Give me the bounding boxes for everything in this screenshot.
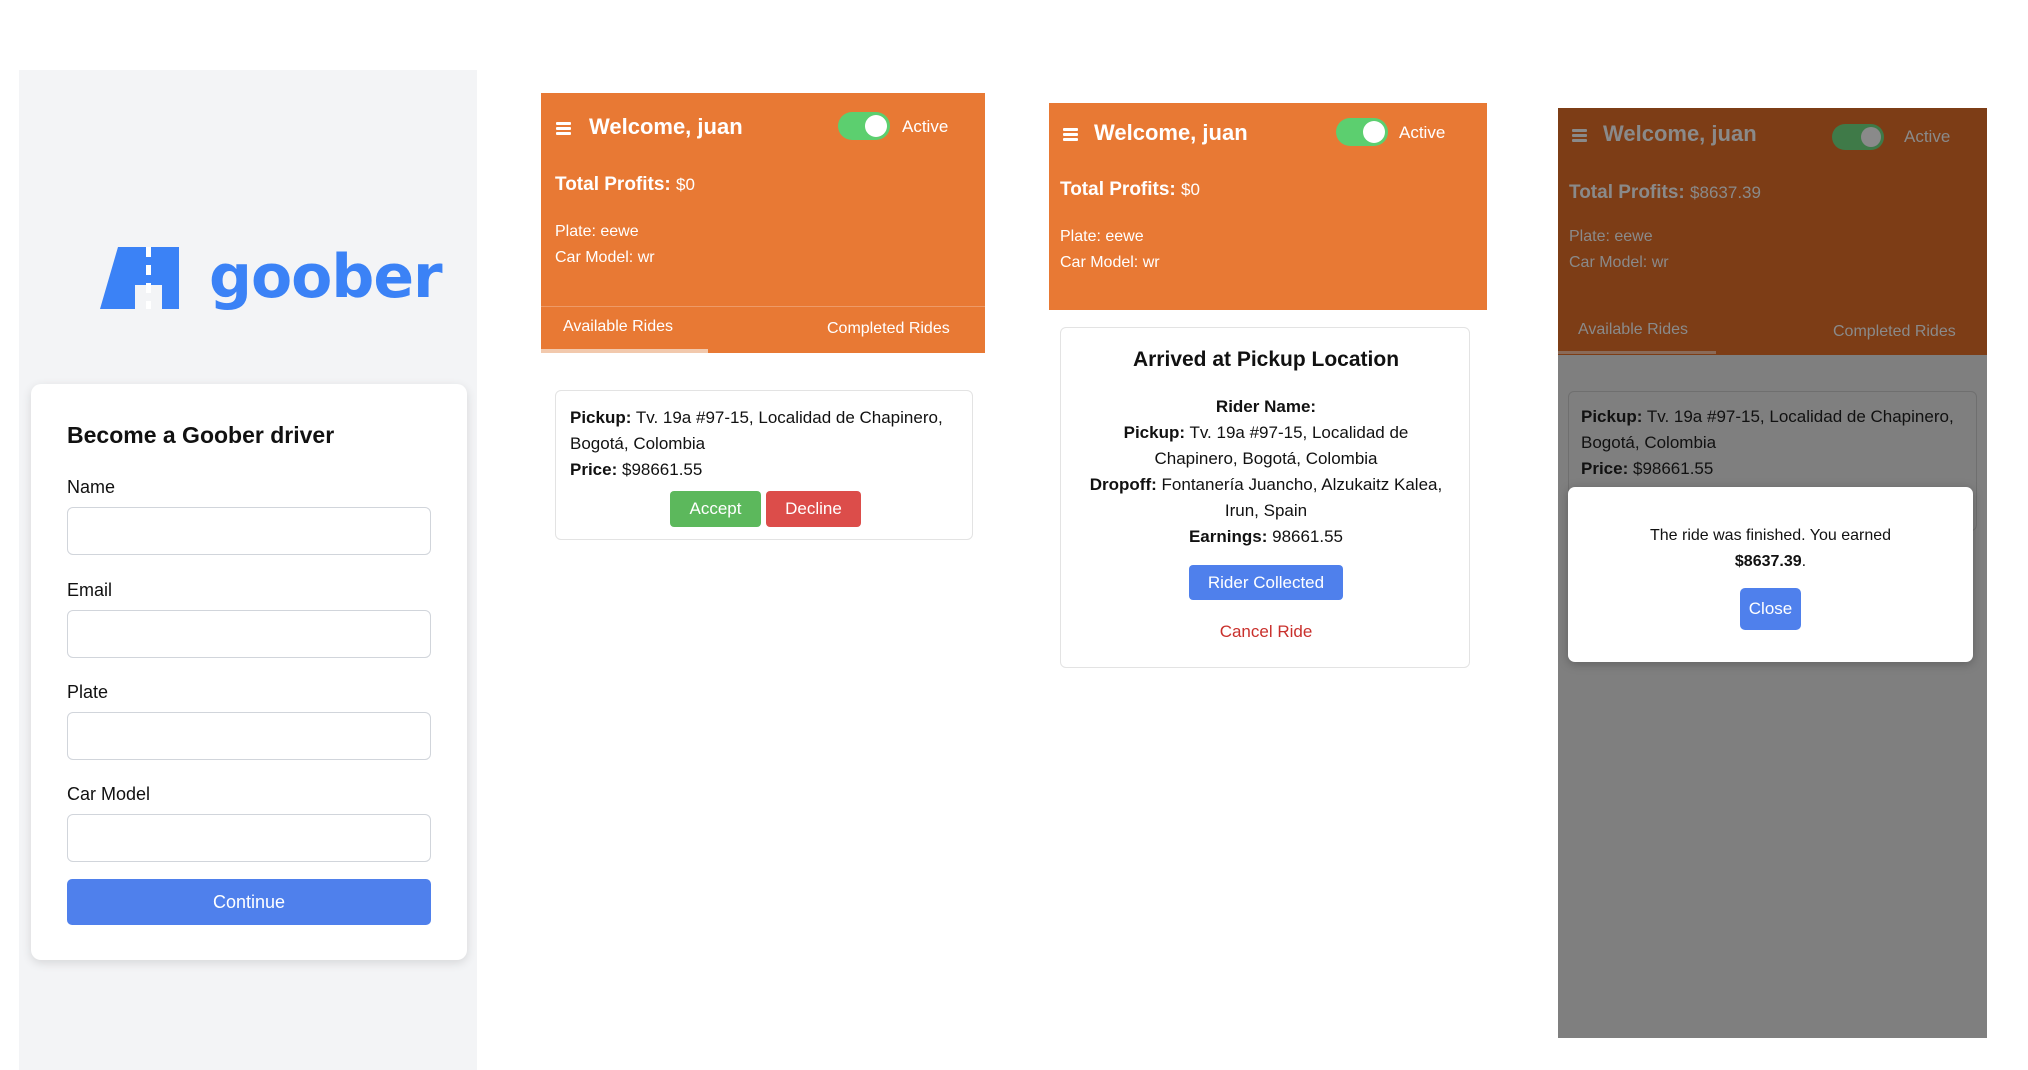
total-profits: Total Profits: $0 <box>555 174 695 196</box>
driver-registration-screen: goober Become a Goober driver Name Email… <box>19 70 477 1070</box>
rider-name: Rider Name: <box>1061 394 1471 420</box>
total-profits: Total Profits: $8637.39 <box>1569 182 1761 204</box>
welcome-title: Welcome, juan <box>1094 120 1248 145</box>
decline-button[interactable]: Decline <box>766 491 861 527</box>
arrived-at-pickup-card: Arrived at Pickup Location Rider Name: P… <box>1060 327 1470 668</box>
car-model-label: Car Model <box>67 784 151 804</box>
card-title: Arrived at Pickup Location <box>1132 348 1400 371</box>
car-model-info: Car Model: wr <box>555 249 655 266</box>
tab-available-rides: Available Rides <box>1578 321 1688 338</box>
pickup-label: Pickup: <box>1581 407 1643 426</box>
dropoff-label: Dropoff: <box>1089 475 1157 494</box>
active-tab-indicator <box>1558 351 1716 354</box>
dropoff-address: Fontanería Juancho, Alzukaitz Kalea, Iru… <box>1161 475 1443 520</box>
active-tab-indicator <box>541 349 708 353</box>
car-model-info: Car Model: wr <box>1569 254 1669 271</box>
accept-button[interactable]: Accept <box>670 491 761 527</box>
logo-wordmark: goober <box>209 242 443 312</box>
price-value: $98661.55 <box>621 460 703 479</box>
registration-form-card: Become a Goober driver Name Email Plate … <box>31 384 467 960</box>
close-button[interactable]: Close <box>1740 588 1801 630</box>
ride-request-card: Pickup: Tv. 19a #97-15, Localidad de Cha… <box>555 390 973 540</box>
email-label: Email <box>67 580 113 600</box>
rider-name-label: Rider Name: <box>1215 397 1317 416</box>
hamburger-menu-icon[interactable] <box>1063 128 1078 141</box>
earnings-label: Earnings: <box>1188 527 1268 546</box>
modal-amount: $8637.39 <box>1734 553 1802 570</box>
total-profits-value: $0 <box>676 175 695 194</box>
car-model-info: Car Model: wr <box>1060 254 1160 271</box>
active-status-label: Active <box>902 117 949 136</box>
plate-info: Plate: eewe <box>1060 228 1144 245</box>
modal-message: The ride was finished. You earned $8637.… <box>1568 523 1973 575</box>
continue-button[interactable]: Continue <box>67 879 431 925</box>
dimmed-dashboard-header: Welcome, juan Active Total Profits: $863… <box>1558 108 1987 355</box>
form-title: Become a Goober driver <box>67 422 335 448</box>
ride-finished-modal: The ride was finished. You earned $8637.… <box>1568 487 1973 662</box>
pickup-text: Pickup: Tv. 19a #97-15, Localidad de Cha… <box>1581 404 1971 456</box>
email-input[interactable] <box>67 610 431 658</box>
active-status-label: Active <box>1904 127 1951 146</box>
tab-completed-rides[interactable]: Completed Rides <box>827 320 950 338</box>
dropoff-text: Dropoff: Fontanería Juancho, Alzukaitz K… <box>1081 472 1451 524</box>
pickup-text: Pickup: Tv. 19a #97-15, Localidad de Cha… <box>570 405 962 457</box>
active-toggle[interactable] <box>1336 118 1388 146</box>
ride-tabs: Available Rides Completed Rides <box>541 306 985 353</box>
driver-dashboard-header: Welcome, juan Active Total Profits: $0 P… <box>541 93 985 353</box>
total-profits: Total Profits: $0 <box>1060 179 1200 201</box>
modal-period: . <box>1801 553 1807 570</box>
earnings-value: 98661.55 <box>1272 527 1344 546</box>
pickup-text: Pickup: Tv. 19a #97-15, Localidad de Cha… <box>1111 420 1421 472</box>
price-value: $98661.55 <box>1632 459 1714 478</box>
total-profits-value: $8637.39 <box>1690 183 1761 202</box>
total-profits-label: Total Profits: <box>1060 179 1176 200</box>
ride-finished-screen: Welcome, juan Active Total Profits: $863… <box>1558 108 1987 1038</box>
plate-label: Plate <box>67 682 109 702</box>
hamburger-menu-icon[interactable] <box>556 122 571 135</box>
plate-info: Plate: eewe <box>1569 228 1653 245</box>
active-toggle <box>1832 124 1884 150</box>
price-label: Price: <box>570 460 618 479</box>
name-label: Name <box>67 477 116 497</box>
tab-completed-rides: Completed Rides <box>1833 323 1956 340</box>
total-profits-value: $0 <box>1181 180 1200 199</box>
rider-collected-button[interactable]: Rider Collected <box>1189 565 1343 600</box>
plate-input[interactable] <box>67 712 431 760</box>
active-status-label: Active <box>1399 123 1446 142</box>
car-model-input[interactable] <box>67 814 431 862</box>
pickup-label: Pickup: <box>570 408 632 427</box>
hamburger-menu-icon <box>1572 129 1587 142</box>
active-toggle[interactable] <box>838 112 890 140</box>
total-profits-label: Total Profits: <box>1569 182 1685 203</box>
name-input[interactable] <box>67 507 431 555</box>
plate-info: Plate: eewe <box>555 223 639 240</box>
pickup-label: Pickup: <box>1123 423 1186 442</box>
tab-available-rides[interactable]: Available Rides <box>563 318 673 336</box>
earnings-text: Earnings: 98661.55 <box>1061 524 1471 550</box>
price-text: Price: $98661.55 <box>570 457 702 483</box>
pickup-screen-header: Welcome, juan Active Total Profits: $0 P… <box>1049 103 1487 310</box>
pickup-address: Tv. 19a #97-15, Localidad de Chapinero, … <box>1154 423 1409 468</box>
total-profits-label: Total Profits: <box>555 174 671 195</box>
price-text: Price: $98661.55 <box>1581 456 1713 482</box>
cancel-ride-link[interactable]: Cancel Ride <box>1061 622 1471 642</box>
price-label: Price: <box>1581 459 1629 478</box>
modal-text: The ride was finished. You earned <box>1649 527 1892 544</box>
welcome-title: Welcome, juan <box>589 114 743 139</box>
welcome-title: Welcome, juan <box>1603 121 1757 146</box>
